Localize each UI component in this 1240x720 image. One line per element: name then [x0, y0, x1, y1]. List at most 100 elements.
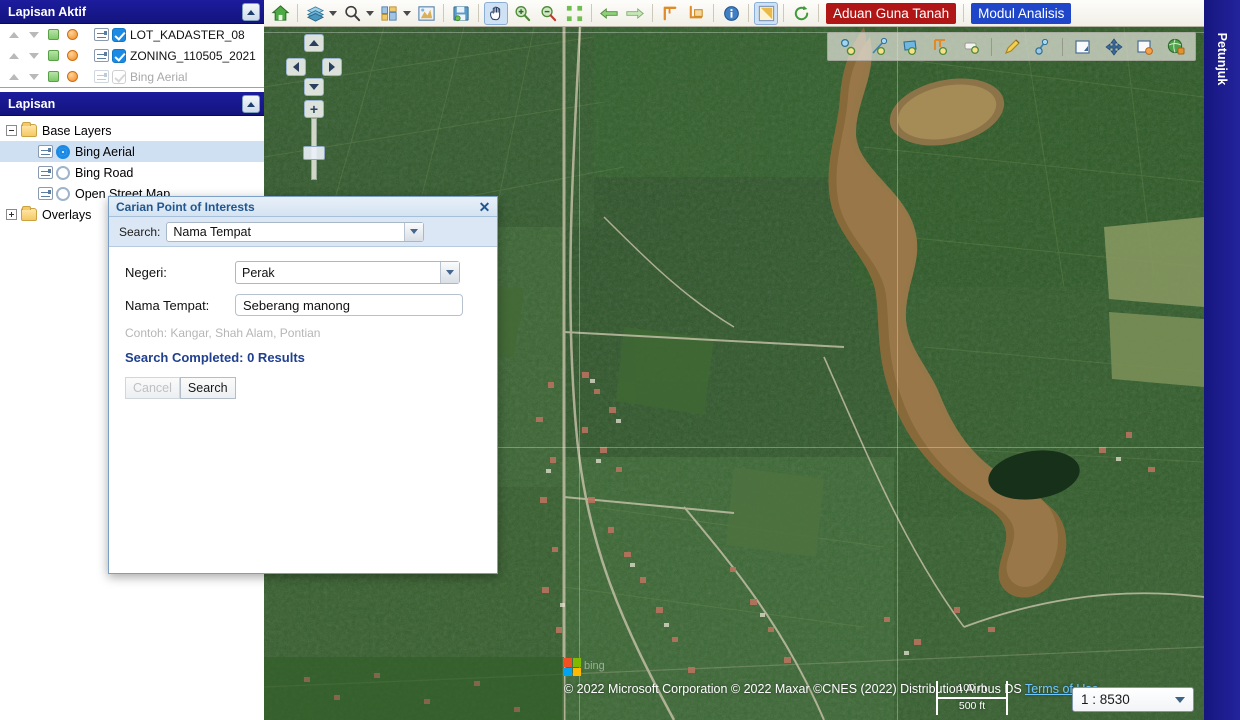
- toolbar-separator: [652, 4, 653, 22]
- chevron-down-icon[interactable]: [1175, 697, 1185, 703]
- zoom-search-icon[interactable]: [340, 2, 364, 25]
- right-sidebar[interactable]: Petunjuk: [1204, 0, 1240, 720]
- petunjuk-label[interactable]: Petunjuk: [1215, 33, 1229, 86]
- save-icon[interactable]: [449, 2, 473, 25]
- zoom-extent-icon[interactable]: [562, 2, 586, 25]
- cancel-button[interactable]: Cancel: [125, 377, 180, 399]
- active-layer-row[interactable]: LOT_KADASTER_08: [0, 24, 264, 45]
- tab-modul-analisis[interactable]: Modul Analisis: [971, 2, 1072, 24]
- collapse-toggle-icon[interactable]: [6, 125, 17, 136]
- zoom-in-icon[interactable]: [510, 2, 534, 25]
- chevron-up-icon[interactable]: [242, 95, 260, 113]
- base-layer-radio[interactable]: [56, 144, 70, 159]
- layer-settings-icon[interactable]: [94, 70, 109, 83]
- pan-down-button[interactable]: [304, 78, 324, 96]
- layer-info-icon[interactable]: [67, 29, 78, 40]
- back-arrow-icon[interactable]: [597, 2, 621, 25]
- layer-settings-icon[interactable]: [38, 145, 53, 158]
- layer-settings-icon[interactable]: [94, 49, 109, 62]
- zoom-slider-handle[interactable]: [303, 146, 325, 160]
- zoom-out-icon[interactable]: [536, 2, 560, 25]
- measure-area-icon[interactable]: [684, 2, 708, 25]
- map-edit-toolbar[interactable]: [827, 32, 1196, 61]
- create-polygon-icon[interactable]: [896, 35, 923, 59]
- chevron-down-icon[interactable]: [404, 222, 424, 241]
- expand-toggle-icon[interactable]: [6, 209, 17, 220]
- negeri-dropdown[interactable]: Perak: [235, 261, 460, 284]
- select-box-icon[interactable]: [1069, 35, 1096, 59]
- move-layer-up-icon[interactable]: [9, 52, 19, 59]
- move-layer-down-icon[interactable]: [29, 31, 39, 38]
- toolbar-separator: [991, 37, 992, 56]
- active-layer-row[interactable]: Bing Aerial: [0, 66, 264, 87]
- move-layer-up-icon[interactable]: [9, 31, 19, 38]
- export-image-icon[interactable]: [414, 2, 438, 25]
- base-layer-radio[interactable]: [56, 186, 70, 201]
- move-icon[interactable]: [1100, 35, 1127, 59]
- forward-arrow-icon[interactable]: [623, 2, 647, 25]
- edit-pencil-icon[interactable]: [998, 35, 1025, 59]
- create-rectangle-icon[interactable]: [927, 35, 954, 59]
- layer-settings-icon[interactable]: [38, 166, 53, 179]
- tree-node-bing-aerial[interactable]: Bing Aerial: [0, 141, 264, 162]
- pan-up-button[interactable]: [304, 34, 324, 52]
- layers-icon[interactable]: [303, 2, 327, 25]
- zoom-to-layer-icon[interactable]: [48, 50, 59, 61]
- chevron-down-icon[interactable]: [366, 10, 374, 16]
- pan-right-button[interactable]: [322, 58, 342, 76]
- close-icon[interactable]: ✕: [477, 199, 492, 214]
- move-layer-down-icon[interactable]: [29, 73, 39, 80]
- dialog-body: Negeri: Perak Nama Tempat: Seberang mano…: [109, 247, 497, 573]
- tab-aduan-guna-tanah[interactable]: Aduan Guna Tanah: [826, 2, 957, 24]
- pan-left-button[interactable]: [286, 58, 306, 76]
- negeri-label: Negeri:: [125, 265, 167, 280]
- poi-search-dialog[interactable]: Carian Point of Interests ✕ Search: Nama…: [108, 196, 498, 574]
- application-window: + bing © 2022 Microsoft Corporation © 20…: [0, 0, 1240, 720]
- search-type-dropdown[interactable]: Nama Tempat: [166, 221, 425, 242]
- layer-visibility-checkbox[interactable]: [112, 27, 126, 42]
- tree-node-bing-road[interactable]: Bing Road: [0, 162, 264, 183]
- active-layers-list: LOT_KADASTER_08 ZONING_110505_2021 Bing …: [0, 24, 264, 88]
- refresh-icon[interactable]: [789, 2, 813, 25]
- tree-node-base-layers[interactable]: Base Layers: [0, 120, 264, 141]
- layer-settings-icon[interactable]: [38, 187, 53, 200]
- zoom-in-button[interactable]: +: [304, 100, 324, 118]
- nama-tempat-label: Nama Tempat:: [125, 297, 210, 313]
- create-point-icon[interactable]: [834, 35, 861, 59]
- layers-panel-header: Lapisan: [0, 92, 264, 116]
- zoom-to-layer-icon[interactable]: [48, 71, 59, 82]
- main-toolbar[interactable]: Aduan Guna Tanah Modul Analisis: [264, 0, 1204, 27]
- globe-lock-icon[interactable]: [1162, 35, 1189, 59]
- move-layer-down-icon[interactable]: [29, 52, 39, 59]
- map-pan-zoom-control[interactable]: +: [286, 34, 342, 180]
- dialog-titlebar[interactable]: Carian Point of Interests ✕: [109, 197, 497, 217]
- move-layer-up-icon[interactable]: [9, 73, 19, 80]
- layer-visibility-checkbox[interactable]: [112, 69, 126, 84]
- toolbar-separator: [748, 4, 749, 22]
- layer-visibility-checkbox[interactable]: [112, 48, 126, 63]
- create-freehand-icon[interactable]: [958, 35, 985, 59]
- search-button[interactable]: Search: [179, 377, 236, 399]
- layer-info-icon[interactable]: [67, 71, 78, 82]
- chevron-up-icon[interactable]: [242, 3, 260, 21]
- layer-info-icon[interactable]: [67, 50, 78, 61]
- select-icon[interactable]: [754, 1, 778, 25]
- scale-dropdown[interactable]: 1 : 8530: [1072, 687, 1194, 712]
- legend-icon[interactable]: [377, 2, 401, 25]
- measure-length-icon[interactable]: [658, 2, 682, 25]
- home-icon[interactable]: [268, 2, 292, 25]
- nama-tempat-input[interactable]: Seberang manong: [235, 294, 463, 316]
- zoom-to-layer-icon[interactable]: [48, 29, 59, 40]
- chevron-down-icon[interactable]: [440, 262, 459, 283]
- chevron-down-icon[interactable]: [329, 10, 337, 16]
- pan-hand-icon[interactable]: [484, 1, 508, 25]
- create-line-icon[interactable]: [865, 35, 892, 59]
- edit-vertex-icon[interactable]: [1029, 35, 1056, 59]
- info-icon[interactable]: [719, 2, 743, 25]
- delete-shape-icon[interactable]: [1131, 35, 1158, 59]
- chevron-down-icon[interactable]: [403, 10, 411, 16]
- active-layer-row[interactable]: ZONING_110505_2021: [0, 45, 264, 66]
- base-layer-radio[interactable]: [56, 165, 70, 180]
- layer-settings-icon[interactable]: [94, 28, 109, 41]
- scale-imperial-label: 500 ft: [958, 700, 986, 712]
